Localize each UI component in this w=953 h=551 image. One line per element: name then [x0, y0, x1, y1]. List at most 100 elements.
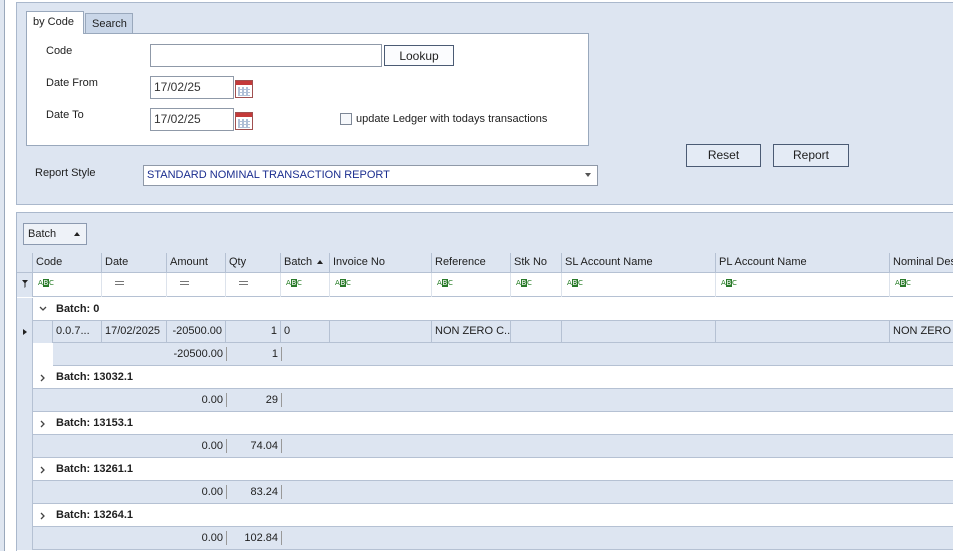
report-button[interactable]: Report [773, 144, 849, 167]
calendar-icon[interactable] [235, 112, 253, 130]
cell-nominal-desc[interactable]: NON ZERO C [890, 321, 953, 343]
group-row-batch-13153-1[interactable]: Batch: 13153.1 [17, 412, 953, 435]
text-filter-icon: ABC [286, 279, 302, 287]
chevron-right-icon[interactable] [40, 374, 46, 382]
chevron-down-icon[interactable] [39, 306, 47, 312]
column-header-nominal-desc[interactable]: Nominal Desc [890, 253, 953, 273]
update-ledger-checkbox[interactable] [340, 113, 352, 125]
chevron-down-icon[interactable] [585, 173, 591, 177]
group-by-label: Batch [28, 228, 57, 240]
sum-qty: 102.84 [244, 532, 278, 544]
filter-cell-invoice-no[interactable]: ABC [330, 273, 432, 297]
code-input[interactable] [150, 44, 382, 67]
reset-button[interactable]: Reset [686, 144, 761, 167]
column-header-batch-label: Batch [284, 256, 313, 268]
group-indent [33, 343, 53, 366]
group-row-batch-13261-1[interactable]: Batch: 13261.1 [17, 458, 953, 481]
cell-pl-account-name[interactable] [716, 321, 890, 343]
text-filter-icon: ABC [567, 279, 583, 287]
date-to-input[interactable]: 17/02/25 [150, 108, 234, 131]
equals-filter-icon [239, 281, 248, 285]
filter-cell-batch[interactable]: ABC [281, 273, 330, 297]
cell-amount[interactable]: -20500.00 [167, 321, 226, 343]
sort-ascending-icon [317, 260, 324, 264]
column-header-reference[interactable]: Reference [432, 253, 511, 273]
column-header-invoice-no[interactable]: Invoice No [330, 253, 432, 273]
text-filter-icon: ABC [437, 279, 453, 287]
filter-cell-reference[interactable]: ABC [432, 273, 511, 297]
row-indicator [17, 458, 33, 481]
cell-sl-account-name[interactable] [562, 321, 716, 343]
summary-separator [281, 393, 282, 407]
cell-invoice-no[interactable] [330, 321, 432, 343]
row-indicator [17, 366, 33, 389]
calendar-icon[interactable] [235, 80, 253, 98]
date-to-label: Date To [46, 109, 84, 121]
sum-amount: 0.00 [201, 394, 223, 406]
lookup-button[interactable]: Lookup [384, 45, 454, 66]
row-indicator [17, 435, 33, 458]
tab-by-code[interactable]: by Code [26, 11, 84, 34]
sum-qty: 29 [265, 394, 278, 406]
chevron-right-icon[interactable] [40, 512, 46, 520]
filter-cell-stk-no[interactable]: ABC [511, 273, 562, 297]
column-header-code[interactable]: Code [33, 253, 102, 273]
sum-qty: 1 [271, 348, 278, 360]
grid-header-row: Code Date Amount Qty Batch Invoice No Re… [17, 253, 953, 273]
column-header-batch[interactable]: Batch [281, 253, 330, 273]
tab-search[interactable]: Search [85, 13, 133, 34]
column-header-stk-no[interactable]: Stk No [511, 253, 562, 273]
row-indicator-header [17, 253, 33, 273]
column-header-qty[interactable]: Qty [226, 253, 281, 273]
focused-row-icon [23, 329, 27, 335]
cell-stk-no[interactable] [511, 321, 562, 343]
filter-cell-nominal-desc[interactable]: ABC [890, 273, 953, 297]
column-header-amount[interactable]: Amount [167, 253, 226, 273]
chevron-right-icon[interactable] [40, 420, 46, 428]
filter-cell-qty[interactable] [226, 273, 281, 297]
group-title: Batch: 0 [56, 303, 100, 315]
filter-cell-date[interactable] [102, 273, 167, 297]
group-summary-row: 0.00 102.84 [17, 527, 953, 550]
group-row-batch-13264-1[interactable]: Batch: 13264.1 [17, 504, 953, 527]
cell-code[interactable]: 0.0.7... [53, 321, 102, 343]
summary-separator [281, 531, 282, 545]
results-grid: Code Date Amount Qty Batch Invoice No Re… [17, 253, 953, 551]
group-summary-row: 0.00 74.04 [17, 435, 953, 458]
column-header-sl-account-name[interactable]: SL Account Name [562, 253, 716, 273]
row-indicator [17, 343, 33, 366]
date-from-label: Date From [46, 77, 98, 89]
group-by-batch-button[interactable]: Batch [23, 223, 87, 245]
group-summary-row: 0.00 83.24 [17, 481, 953, 504]
group-indent [33, 321, 53, 343]
text-filter-icon: ABC [335, 279, 351, 287]
by-code-form: Code Lookup Date From 17/02/25 Date To 1… [26, 33, 589, 146]
row-indicator [17, 389, 33, 412]
cell-reference[interactable]: NON ZERO C... [432, 321, 511, 343]
column-header-date[interactable]: Date [102, 253, 167, 273]
row-indicator [17, 527, 33, 550]
filter-cell-sl-account-name[interactable]: ABC [562, 273, 716, 297]
text-filter-icon: ABC [38, 279, 54, 287]
report-style-select[interactable]: STANDARD NOMINAL TRANSACTION REPORT [143, 165, 598, 186]
chevron-right-icon[interactable] [40, 466, 46, 474]
report-style-value: STANDARD NOMINAL TRANSACTION REPORT [147, 169, 390, 181]
row-indicator [17, 412, 33, 435]
filter-cell-code[interactable]: ABC [33, 273, 102, 297]
group-row-batch-0[interactable]: Batch: 0 [17, 298, 953, 321]
row-indicator [17, 481, 33, 504]
summary-separator [281, 485, 282, 499]
group-row-batch-13032-1[interactable]: Batch: 13032.1 [17, 366, 953, 389]
date-from-input[interactable]: 17/02/25 [150, 76, 234, 99]
cell-qty[interactable]: 1 [226, 321, 281, 343]
filter-cell-pl-account-name[interactable]: ABC [716, 273, 890, 297]
filter-cell-amount[interactable] [167, 273, 226, 297]
table-row[interactable]: 0.0.7... 17/02/2025 -20500.00 1 0 NON ZE… [17, 321, 953, 343]
row-indicator [17, 298, 33, 321]
cell-date[interactable]: 17/02/2025 [102, 321, 167, 343]
cell-batch[interactable]: 0 [281, 321, 330, 343]
sum-qty: 83.24 [250, 486, 278, 498]
column-header-pl-account-name[interactable]: PL Account Name [716, 253, 890, 273]
group-title: Batch: 13032.1 [56, 371, 134, 383]
sum-amount: 0.00 [201, 440, 223, 452]
